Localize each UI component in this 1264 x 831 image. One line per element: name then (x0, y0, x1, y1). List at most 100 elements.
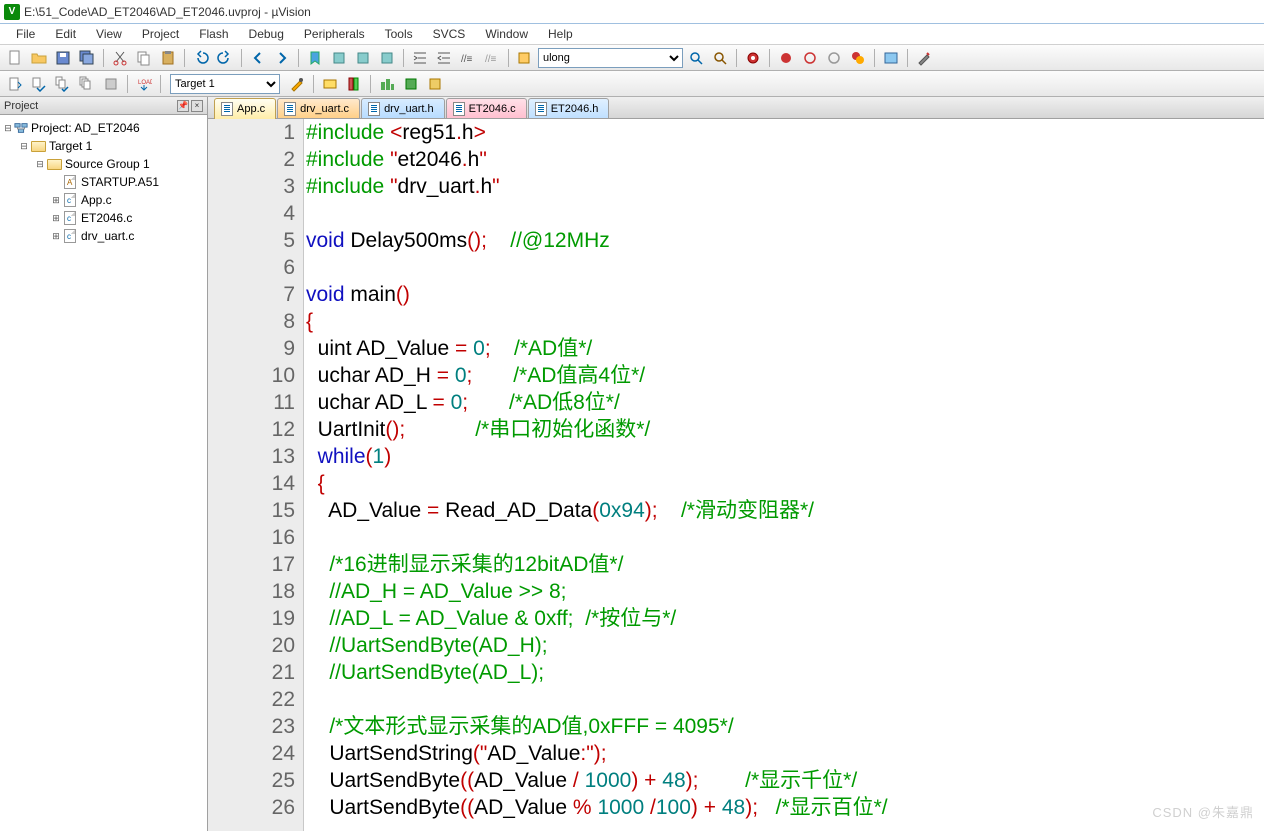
menu-edit[interactable]: Edit (45, 25, 86, 43)
save-all-button[interactable] (76, 47, 98, 69)
menu-tools[interactable]: Tools (375, 25, 423, 43)
copy-button[interactable] (133, 47, 155, 69)
code-line[interactable] (306, 686, 1264, 713)
code-line[interactable]: { (306, 308, 1264, 335)
tree-toggle-icon[interactable]: ⊞ (50, 195, 62, 206)
code-line[interactable]: void main() (306, 281, 1264, 308)
code-line[interactable]: AD_Value = Read_AD_Data(0x94); /*滑动变阻器*/ (306, 497, 1264, 524)
code-area[interactable]: 1234567891011121314151617181920212223242… (208, 119, 1264, 831)
manage-books-button[interactable] (343, 73, 365, 95)
code-line[interactable]: //UartSendByte(AD_L); (306, 659, 1264, 686)
tree-toggle-icon[interactable]: ⊟ (18, 141, 30, 152)
code-line[interactable]: uint AD_Value = 0; /*AD值*/ (306, 335, 1264, 362)
undo-button[interactable] (190, 47, 212, 69)
code-line[interactable]: UartSendString("AD_Value:"); (306, 740, 1264, 767)
code-line[interactable]: //UartSendByte(AD_H); (306, 632, 1264, 659)
code-line[interactable]: while(1) (306, 443, 1264, 470)
comment-button[interactable]: //≡ (457, 47, 479, 69)
menu-view[interactable]: View (86, 25, 132, 43)
pack-installer-button[interactable] (424, 73, 446, 95)
download-button[interactable]: LOAD (133, 73, 155, 95)
code-line[interactable]: #include "drv_uart.h" (306, 173, 1264, 200)
panel-close-button[interactable]: × (191, 100, 203, 112)
menu-svcs[interactable]: SVCS (423, 25, 476, 43)
tree-file[interactable]: ⊞drv_uart.c (2, 227, 205, 245)
breakpoint-enable-button[interactable] (799, 47, 821, 69)
tree-target[interactable]: ⊟ Target 1 (2, 137, 205, 155)
code-line[interactable] (306, 524, 1264, 551)
code-line[interactable]: //AD_L = AD_Value & 0xff; /*按位与*/ (306, 605, 1264, 632)
build-button[interactable] (28, 73, 50, 95)
find-combo[interactable]: ulong (538, 48, 683, 68)
breakpoint-insert-button[interactable] (775, 47, 797, 69)
translate-button[interactable] (4, 73, 26, 95)
tree-file[interactable]: ⊞ET2046.c (2, 209, 205, 227)
configure-button[interactable] (913, 47, 935, 69)
code-line[interactable] (306, 254, 1264, 281)
tree-toggle-icon[interactable]: ⊟ (2, 123, 14, 134)
paste-button[interactable] (157, 47, 179, 69)
code-line[interactable]: /*文本形式显示采集的AD值,0xFFF = 4095*/ (306, 713, 1264, 740)
code-line[interactable]: #include <reg51.h> (306, 119, 1264, 146)
tab-ET2046-c[interactable]: ET2046.c (446, 98, 527, 118)
nav-forward-button[interactable] (271, 47, 293, 69)
bookmark-clear-button[interactable] (376, 47, 398, 69)
tab-ET2046-h[interactable]: ET2046.h (528, 98, 610, 118)
find-button[interactable] (514, 47, 536, 69)
code-content[interactable]: #include <reg51.h>#include "et2046.h"#in… (304, 119, 1264, 831)
window-button[interactable] (880, 47, 902, 69)
menu-help[interactable]: Help (538, 25, 583, 43)
stop-build-button[interactable] (100, 73, 122, 95)
tab-drv_uart-h[interactable]: drv_uart.h (361, 98, 445, 118)
manage-rtx-button[interactable] (376, 73, 398, 95)
code-line[interactable]: uchar AD_H = 0; /*AD值高4位*/ (306, 362, 1264, 389)
tab-App-c[interactable]: App.c (214, 98, 276, 119)
bookmark-button[interactable] (304, 47, 326, 69)
menu-project[interactable]: Project (132, 25, 189, 43)
tab-drv_uart-c[interactable]: drv_uart.c (277, 98, 360, 118)
code-line[interactable]: uchar AD_L = 0; /*AD低8位*/ (306, 389, 1264, 416)
tree-file[interactable]: ⊞App.c (2, 191, 205, 209)
tree-file[interactable]: STARTUP.A51 (2, 173, 205, 191)
code-line[interactable]: #include "et2046.h" (306, 146, 1264, 173)
target-select[interactable]: Target 1 (170, 74, 280, 94)
options-button[interactable] (286, 73, 308, 95)
bookmark-prev-button[interactable] (328, 47, 350, 69)
outdent-button[interactable] (433, 47, 455, 69)
code-line[interactable]: /*16进制显示采集的12bitAD值*/ (306, 551, 1264, 578)
code-line[interactable]: //AD_H = AD_Value >> 8; (306, 578, 1264, 605)
select-pack-button[interactable] (400, 73, 422, 95)
bookmark-next-button[interactable] (352, 47, 374, 69)
cut-button[interactable] (109, 47, 131, 69)
tree-group[interactable]: ⊟ Source Group 1 (2, 155, 205, 173)
rebuild-button[interactable] (52, 73, 74, 95)
tree-toggle-icon[interactable]: ⊞ (50, 213, 62, 224)
redo-button[interactable] (214, 47, 236, 69)
menu-file[interactable]: File (6, 25, 45, 43)
new-file-button[interactable] (4, 47, 26, 69)
tree-toggle-icon[interactable]: ⊟ (34, 159, 46, 170)
menu-peripherals[interactable]: Peripherals (294, 25, 375, 43)
find-in-files-button[interactable] (685, 47, 707, 69)
file-ext-button[interactable] (319, 73, 341, 95)
panel-pin-button[interactable]: 📌 (177, 100, 189, 112)
breakpoint-kill-button[interactable] (847, 47, 869, 69)
code-line[interactable]: void Delay500ms(); //@12MHz (306, 227, 1264, 254)
tree-root[interactable]: ⊟ Project: AD_ET2046 (2, 119, 205, 137)
tree-toggle-icon[interactable]: ⊞ (50, 231, 62, 242)
menu-flash[interactable]: Flash (189, 25, 238, 43)
code-line[interactable]: { (306, 470, 1264, 497)
open-file-button[interactable] (28, 47, 50, 69)
menu-window[interactable]: Window (475, 25, 538, 43)
code-line[interactable] (306, 200, 1264, 227)
project-tree[interactable]: ⊟ Project: AD_ET2046 ⊟ Target 1 ⊟ Source… (0, 115, 207, 831)
batch-build-button[interactable] (76, 73, 98, 95)
code-line[interactable]: UartSendByte((AD_Value / 1000) + 48); /*… (306, 767, 1264, 794)
debug-button[interactable] (742, 47, 764, 69)
code-line[interactable]: UartSendByte((AD_Value % 1000 /100) + 48… (306, 794, 1264, 821)
indent-button[interactable] (409, 47, 431, 69)
menu-debug[interactable]: Debug (239, 25, 294, 43)
nav-back-button[interactable] (247, 47, 269, 69)
incremental-find-button[interactable] (709, 47, 731, 69)
code-line[interactable]: UartInit(); /*串口初始化函数*/ (306, 416, 1264, 443)
